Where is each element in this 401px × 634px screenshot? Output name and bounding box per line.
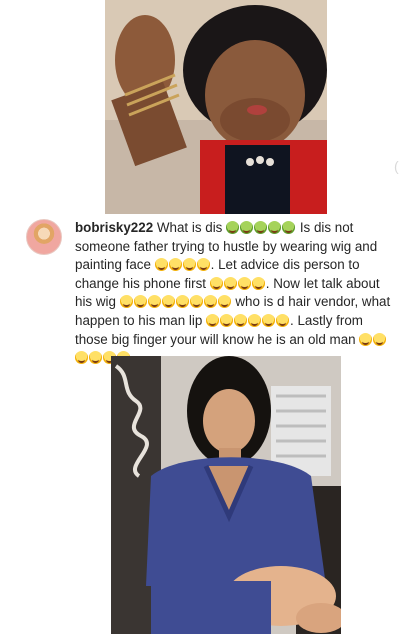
grinning-sweat-face-icon: [175, 295, 189, 309]
grinning-sweat-face-icon: [161, 295, 175, 309]
grinning-sweat-face-icon: [276, 313, 290, 327]
bottom-photo-image: [111, 356, 341, 634]
comment-text-segment: What is dis: [153, 220, 227, 235]
grinning-sweat-face-icon: [154, 258, 168, 272]
profile-avatar[interactable]: [26, 219, 62, 255]
grinning-sweat-face-icon: [196, 258, 210, 272]
grinning-sweat-face-icon: [223, 276, 237, 290]
grinning-sweat-face-icon: [251, 276, 265, 290]
green-nauseated-face-icon: [282, 221, 296, 234]
grinning-sweat-face-icon: [133, 295, 147, 309]
grinning-sweat-face-icon: [182, 258, 196, 272]
green-nauseated-face-icon: [268, 221, 282, 234]
grinning-sweat-face-icon: [359, 332, 373, 346]
grinning-sweat-face-icon: [168, 258, 182, 272]
green-nauseated-face-icon: [226, 221, 240, 234]
grinning-sweat-face-icon: [119, 295, 133, 309]
grinning-sweat-face-icon: [75, 351, 88, 365]
grinning-sweat-face-icon: [147, 295, 161, 309]
bottom-photo: [111, 356, 341, 634]
grinning-sweat-face-icon: [189, 295, 203, 309]
grinning-sweat-face-icon: [237, 276, 251, 290]
grinning-sweat-face-icon: [248, 313, 262, 327]
green-nauseated-face-icon: [254, 221, 268, 234]
grinning-sweat-face-icon: [220, 313, 234, 327]
grinning-sweat-face-icon: [217, 295, 231, 309]
partial-overlay-icon: (: [394, 158, 399, 174]
top-photo-image: [105, 0, 327, 214]
grinning-sweat-face-icon: [262, 313, 276, 327]
comment: bobrisky222 What is dis Is dis not someo…: [26, 219, 396, 365]
comment-username[interactable]: bobrisky222: [75, 220, 153, 235]
top-photo: [105, 0, 327, 214]
grinning-sweat-face-icon: [209, 276, 223, 290]
grinning-sweat-face-icon: [89, 351, 102, 365]
grinning-sweat-face-icon: [234, 313, 248, 327]
green-nauseated-face-icon: [240, 221, 254, 234]
comment-body: bobrisky222 What is dis Is dis not someo…: [75, 219, 391, 368]
grinning-sweat-face-icon: [203, 295, 217, 309]
grinning-sweat-face-icon: [373, 332, 387, 346]
grinning-sweat-face-icon: [206, 313, 220, 327]
